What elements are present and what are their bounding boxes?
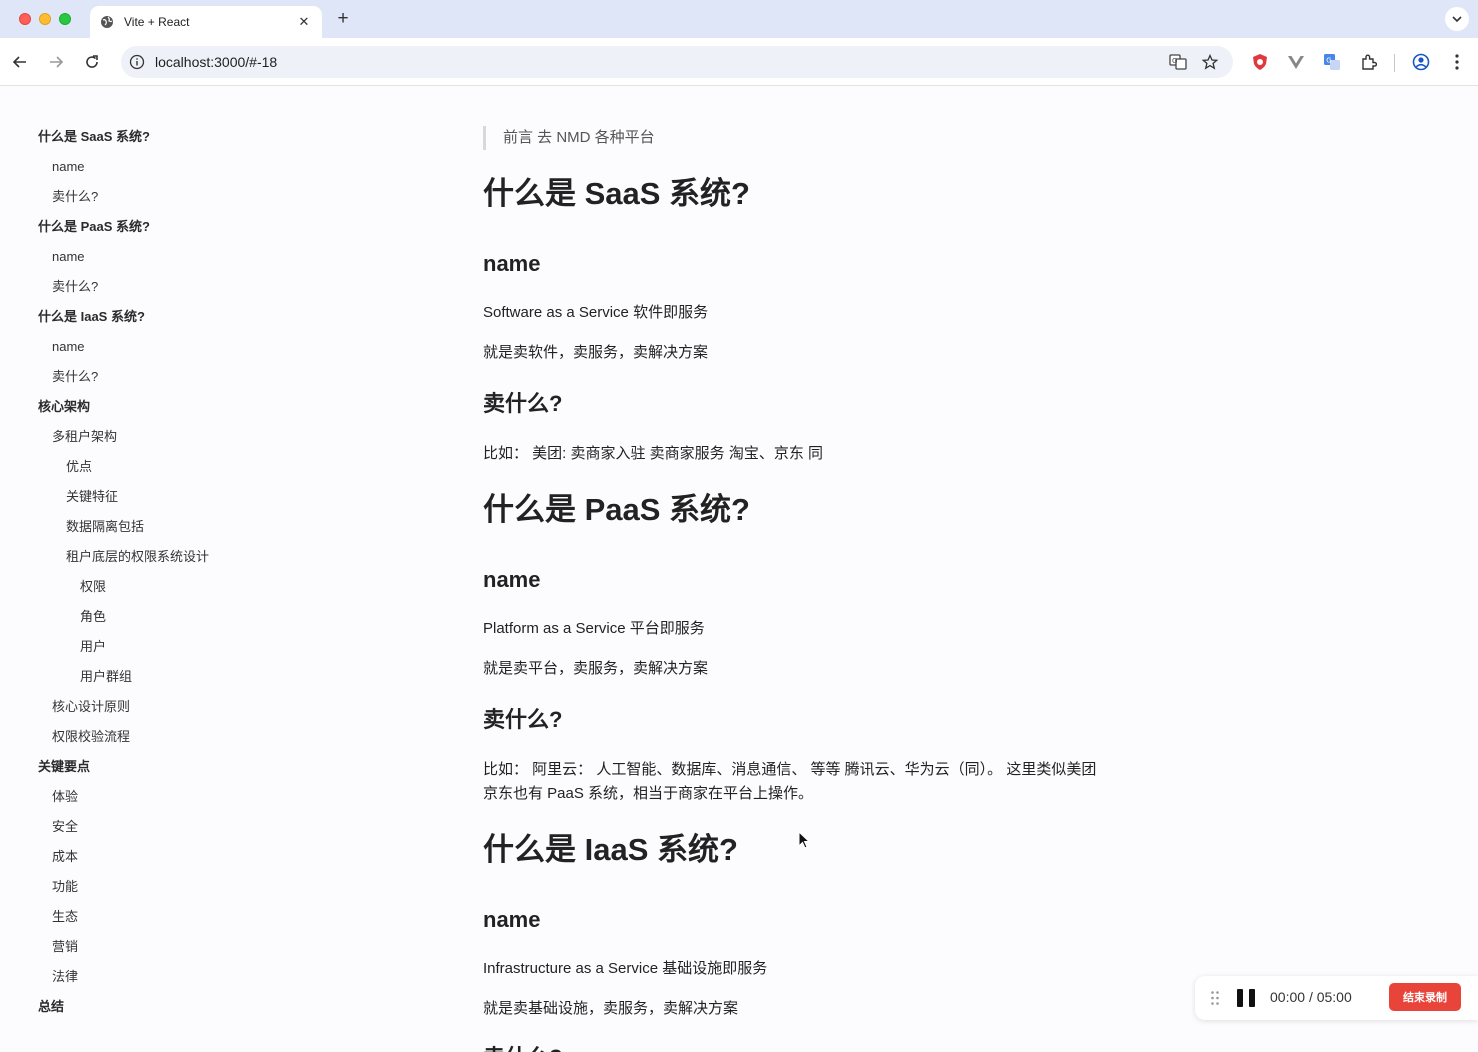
toc-item[interactable]: name [38,332,298,362]
paas-sell-text-2: 京东也有 PaaS 系统，相当于商家在平台上操作。 [483,785,814,802]
toc-item[interactable]: 营销 [38,932,298,962]
toc-item[interactable]: 体验 [38,782,298,812]
browser-tabstrip: Vite + React ✕ + [0,0,1478,38]
translate-icon[interactable]: G [1168,52,1188,72]
toc-item[interactable]: 多租户架构 [38,422,298,452]
reload-button[interactable] [80,50,104,74]
toc-item[interactable]: 关键要点 [38,752,298,782]
toc-item[interactable]: 卖什么? [38,182,298,212]
section-title-saas: 什么是 SaaS 系统? [483,176,750,211]
svg-text:G: G [1172,57,1177,65]
forward-button[interactable] [44,50,68,74]
address-bar[interactable]: localhost:3000/#-18 G [121,46,1233,78]
pause-icon [1249,989,1255,1007]
time-separator: / [1308,989,1313,1005]
window-close-button[interactable] [19,13,31,25]
toc-sidebar: 什么是 SaaS 系统? name 卖什么? 什么是 PaaS 系统? name… [38,122,298,1022]
toc-item[interactable]: 功能 [38,872,298,902]
google-translate-icon[interactable]: G [1321,51,1343,73]
section-title-iaas: 什么是 IaaS 系统? [483,832,738,867]
toc-item[interactable]: 关键特征 [38,482,298,512]
toc-item[interactable]: name [38,152,298,182]
paas-name-heading: name [483,567,541,592]
toc-item[interactable]: name [38,242,298,272]
toc-item[interactable]: 核心设计原则 [38,692,298,722]
browser-toolbar: localhost:3000/#-18 G G [0,38,1478,86]
saas-name-text: Software as a Service 软件即服务 [483,304,709,321]
toc-item[interactable]: 法律 [38,962,298,992]
kebab-menu-icon[interactable] [1446,51,1468,73]
back-button[interactable] [8,50,32,74]
window-minimize-button[interactable] [39,13,51,25]
toc-item[interactable]: 核心架构 [38,392,298,422]
toc-item[interactable]: 用户群组 [38,662,298,692]
globe-icon [100,15,114,29]
toc-item[interactable]: 成本 [38,842,298,872]
shield-extension-icon[interactable] [1249,51,1271,73]
new-tab-button[interactable]: + [333,8,353,30]
iaas-sell-heading: 卖什么? [483,1043,562,1052]
vue-devtools-icon[interactable] [1285,51,1307,73]
toc-item[interactable]: 卖什么? [38,362,298,392]
toc-item[interactable]: 什么是 IaaS 系统? [38,302,298,332]
iaas-name-heading: name [483,907,541,932]
recording-timer: 00:00 / 05:00 [1270,989,1352,1005]
toc-item[interactable]: 角色 [38,602,298,632]
toc-item[interactable]: 安全 [38,812,298,842]
bookmark-star-icon[interactable] [1200,52,1220,72]
stop-recording-button[interactable]: 结束录制 [1389,983,1461,1011]
toc-item[interactable]: 什么是 PaaS 系统? [38,212,298,242]
saas-desc-text: 就是卖软件，卖服务，卖解决方案 [483,344,709,361]
paas-name-text: Platform as a Service 平台即服务 [483,620,705,637]
arrow-left-icon [12,56,26,68]
toc-item[interactable]: 总结 [38,992,298,1022]
toc-item[interactable]: 数据隔离包括 [38,512,298,542]
saas-name-heading: name [483,251,541,276]
toc-item[interactable]: 优点 [38,452,298,482]
tab-search-button[interactable] [1445,7,1469,31]
iaas-name-text: Infrastructure as a Service 基础设施即服务 [483,960,768,977]
iaas-desc-text: 就是卖基础设施，卖服务，卖解决方案 [483,1000,739,1017]
paas-desc-text: 就是卖平台，卖服务，卖解决方案 [483,660,709,677]
screen-recorder-widget: 00:00 / 05:00 结束录制 [1195,976,1478,1020]
saas-sell-text: 比如： 美团: 卖商家入驻 卖商家服务 淘宝、京东 同 [483,445,824,462]
saas-sell-heading: 卖什么? [483,391,563,416]
site-info-icon[interactable] [128,53,146,71]
chevron-down-icon [1452,16,1462,23]
puzzle-extensions-icon[interactable] [1358,51,1380,73]
toc-item[interactable]: 用户 [38,632,298,662]
page-viewport: 什么是 SaaS 系统? name 卖什么? 什么是 PaaS 系统? name… [0,86,1478,1052]
pause-icon [1237,989,1243,1007]
toc-item[interactable]: 权限 [38,572,298,602]
mouse-cursor-icon [798,831,810,849]
window-zoom-button[interactable] [59,13,71,25]
toc-item[interactable]: 权限校验流程 [38,722,298,752]
toc-item[interactable]: 卖什么? [38,272,298,302]
pause-button[interactable] [1237,989,1255,1007]
close-tab-icon[interactable]: ✕ [296,14,312,30]
arrow-right-icon [50,56,64,68]
section-title-paas: 什么是 PaaS 系统? [483,492,750,527]
toc-item[interactable]: 什么是 SaaS 系统? [38,122,298,152]
reload-icon [86,55,98,68]
browser-tab-active[interactable]: Vite + React ✕ [90,6,322,38]
elapsed-time: 00:00 [1270,989,1306,1005]
tab-title: Vite + React [124,15,190,29]
url-text[interactable]: localhost:3000/#-18 [155,54,277,70]
preface-quote: 前言 去 NMD 各种平台 [483,126,655,150]
svg-text:G: G [1326,57,1331,65]
toc-item[interactable]: 租户底层的权限系统设计 [38,542,298,572]
profile-avatar-icon[interactable] [1410,51,1432,73]
drag-handle-icon[interactable] [1210,990,1220,1006]
paas-sell-text: 比如： 阿里云： 人工智能、数据库、消息通信、 等等 腾讯云、华为云（同）。 这… [483,761,1097,778]
toc-item[interactable]: 生态 [38,902,298,932]
paas-sell-heading: 卖什么? [483,707,563,732]
total-time: 05:00 [1316,989,1352,1005]
toolbar-divider [1394,54,1395,72]
